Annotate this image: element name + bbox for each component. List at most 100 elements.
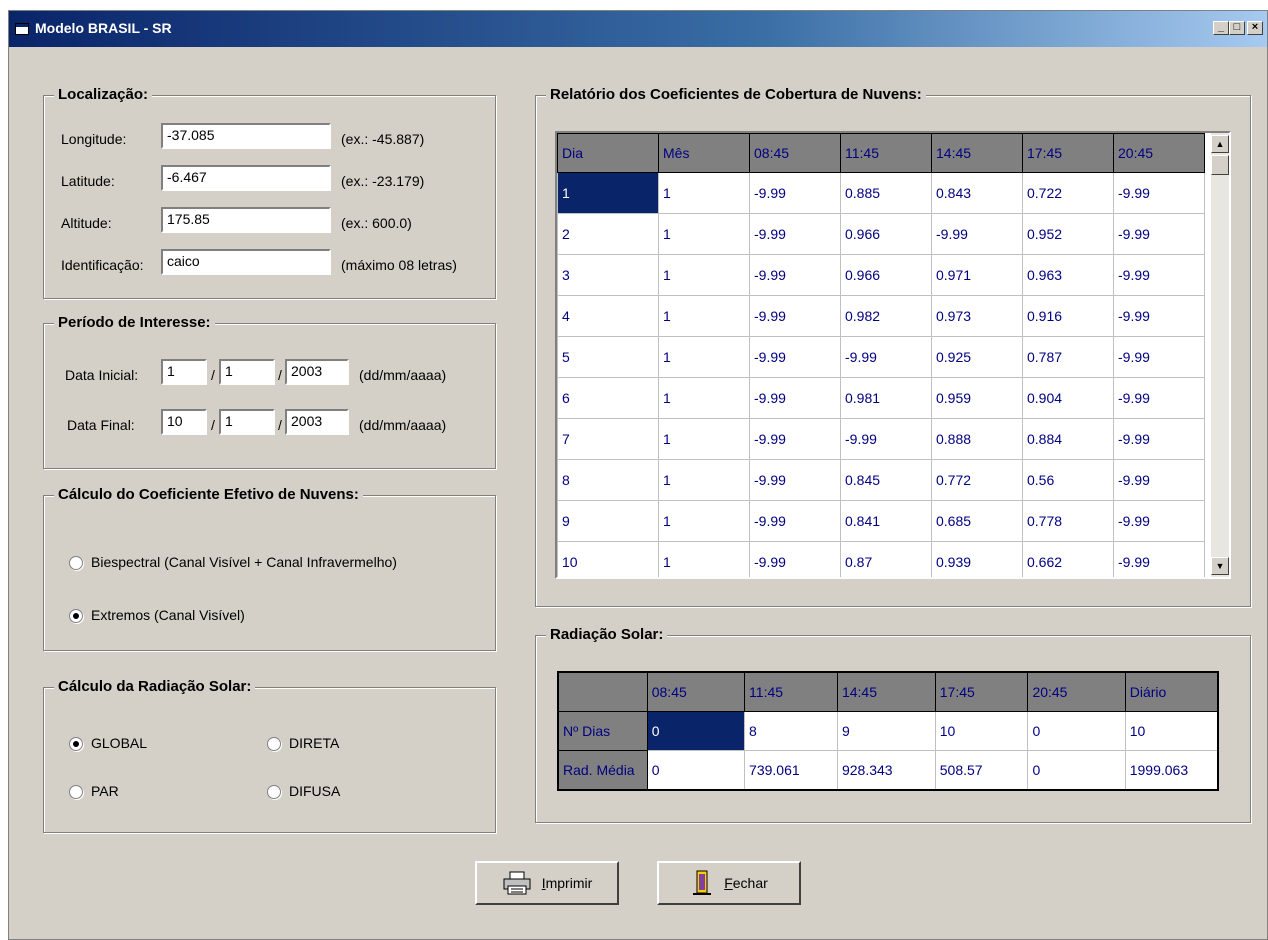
table-cell[interactable]: 0.87 (840, 541, 932, 577)
table-cell[interactable]: 1 (658, 459, 750, 501)
table-cell[interactable]: 0 (646, 711, 746, 751)
table-cell[interactable]: 8 (557, 459, 659, 501)
column-header[interactable]: 20:45 (1113, 133, 1205, 173)
close-window-button[interactable]: × (1247, 21, 1263, 35)
radio-circle-icon[interactable] (69, 609, 83, 624)
scroll-thumb[interactable] (1211, 155, 1229, 175)
column-header[interactable]: Mês (658, 133, 750, 173)
table-cell[interactable]: 8 (744, 711, 838, 751)
column-header[interactable]: 17:45 (934, 671, 1029, 712)
radiacao-grid[interactable]: 08:45 11:45 14:45 17:45 20:45 Diário Nº … (557, 671, 1219, 801)
par-radio[interactable]: PAR (69, 783, 119, 800)
data-inicial-year-input[interactable]: 2003 (285, 359, 349, 385)
radio-circle-icon[interactable] (267, 737, 281, 752)
table-cell[interactable]: 0 (646, 750, 746, 791)
table-cell[interactable]: 0.939 (931, 541, 1023, 577)
table-cell[interactable]: 6 (557, 377, 659, 419)
table-cell[interactable]: 0.662 (1022, 541, 1114, 577)
table-cell[interactable]: 0.787 (1022, 336, 1114, 378)
radio-circle-icon[interactable] (69, 556, 83, 571)
title-bar[interactable]: Modelo BRASIL - SR _ □ × (9, 11, 1267, 47)
column-header[interactable]: 14:45 (931, 133, 1023, 173)
table-cell[interactable]: 1 (658, 541, 750, 577)
data-final-month-input[interactable]: 1 (219, 409, 275, 435)
table-cell[interactable]: 1 (658, 254, 750, 296)
app-window-icon[interactable] (15, 23, 29, 35)
table-cell[interactable]: 1 (658, 418, 750, 460)
table-cell[interactable]: -9.99 (749, 172, 841, 214)
scroll-down-icon[interactable]: ▼ (1211, 557, 1229, 575)
table-cell[interactable]: -9.99 (749, 500, 841, 542)
identificacao-input[interactable]: caico (161, 249, 331, 275)
table-cell[interactable]: -9.99 (840, 336, 932, 378)
table-cell[interactable]: 0.778 (1022, 500, 1114, 542)
column-header[interactable]: 17:45 (1022, 133, 1114, 173)
row-header[interactable]: Rad. Média (557, 750, 648, 791)
radio-circle-icon[interactable] (69, 737, 83, 752)
data-final-day-input[interactable]: 10 (161, 409, 207, 435)
table-cell[interactable]: 0.884 (1022, 418, 1114, 460)
table-cell[interactable]: 928.343 (836, 750, 936, 791)
table-cell[interactable]: 0.885 (840, 172, 932, 214)
table-cell[interactable]: 7 (557, 418, 659, 460)
table-cell[interactable]: 0.971 (931, 254, 1023, 296)
table-cell[interactable]: -9.99 (1113, 459, 1205, 501)
table-cell[interactable]: -9.99 (749, 254, 841, 296)
table-cell[interactable]: -9.99 (1113, 295, 1205, 337)
table-cell[interactable]: 739.061 (744, 750, 838, 791)
vertical-scrollbar[interactable]: ▲ ▼ (1211, 133, 1229, 577)
table-cell[interactable]: 0.772 (931, 459, 1023, 501)
biespectral-radio[interactable]: Biespectral (Canal Visível + Canal Infra… (69, 554, 397, 571)
column-header[interactable]: Dia (557, 133, 659, 173)
table-cell[interactable]: 1 (658, 172, 750, 214)
table-cell[interactable]: 1 (658, 295, 750, 337)
table-cell[interactable]: 5 (557, 336, 659, 378)
table-cell[interactable]: 0.966 (840, 213, 932, 255)
table-cell[interactable]: 0.904 (1022, 377, 1114, 419)
longitude-input[interactable]: -37.085 (161, 123, 331, 149)
table-cell[interactable]: -9.99 (749, 541, 841, 577)
data-inicial-month-input[interactable]: 1 (219, 359, 275, 385)
table-cell[interactable]: -9.99 (749, 295, 841, 337)
table-cell[interactable]: 508.57 (934, 750, 1029, 791)
table-cell[interactable]: 0.925 (931, 336, 1023, 378)
table-cell[interactable]: 9 (557, 500, 659, 542)
column-header[interactable]: 08:45 (646, 671, 746, 712)
table-cell[interactable]: -9.99 (1113, 500, 1205, 542)
column-header[interactable]: 11:45 (840, 133, 932, 173)
table-cell[interactable]: -9.99 (749, 418, 841, 460)
table-cell[interactable]: -9.99 (840, 418, 932, 460)
table-cell[interactable]: 1 (658, 213, 750, 255)
column-header[interactable]: 14:45 (836, 671, 936, 712)
table-cell[interactable]: 1 (658, 377, 750, 419)
direta-radio[interactable]: DIRETA (267, 735, 339, 752)
fechar-button[interactable]: Fechar (657, 861, 801, 905)
table-cell[interactable]: -9.99 (1113, 336, 1205, 378)
table-cell[interactable]: -9.99 (1113, 213, 1205, 255)
data-inicial-day-input[interactable]: 1 (161, 359, 207, 385)
table-cell[interactable]: 1999.063 (1124, 750, 1219, 791)
scroll-up-icon[interactable]: ▲ (1211, 135, 1229, 153)
table-cell[interactable]: 0.982 (840, 295, 932, 337)
table-cell[interactable]: 4 (557, 295, 659, 337)
table-cell[interactable]: 3 (557, 254, 659, 296)
imprimir-button[interactable]: Imprimir (475, 861, 619, 905)
table-cell[interactable]: -9.99 (749, 459, 841, 501)
table-cell[interactable]: 0.888 (931, 418, 1023, 460)
table-cell[interactable]: 0.56 (1022, 459, 1114, 501)
table-cell[interactable]: 0.685 (931, 500, 1023, 542)
difusa-radio[interactable]: DIFUSA (267, 783, 340, 800)
radio-circle-icon[interactable] (267, 785, 281, 800)
table-cell[interactable]: 0.973 (931, 295, 1023, 337)
data-final-year-input[interactable]: 2003 (285, 409, 349, 435)
table-cell[interactable]: -9.99 (1113, 377, 1205, 419)
table-cell[interactable]: 0.981 (840, 377, 932, 419)
table-cell[interactable]: 1 (557, 172, 659, 214)
table-cell[interactable]: -9.99 (749, 377, 841, 419)
table-cell[interactable]: 10 (934, 711, 1029, 751)
table-cell[interactable]: -9.99 (749, 336, 841, 378)
minimize-button[interactable]: _ (1213, 21, 1229, 35)
radio-circle-icon[interactable] (69, 785, 83, 800)
table-cell[interactable]: 0 (1027, 711, 1126, 751)
extremos-radio[interactable]: Extremos (Canal Visível) (69, 607, 245, 624)
